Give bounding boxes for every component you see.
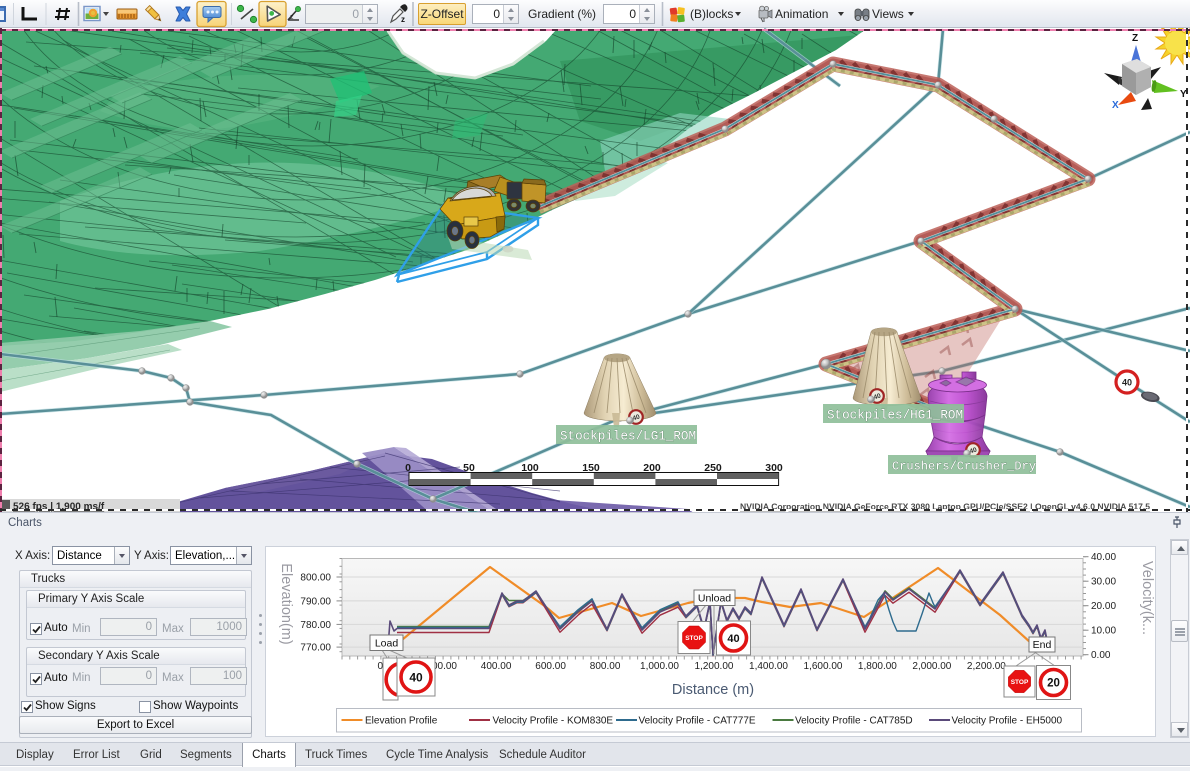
svg-text:10.00: 10.00	[1091, 626, 1116, 637]
svg-text:Load: Load	[375, 638, 399, 650]
svg-text:Z: Z	[1132, 33, 1138, 44]
svg-text:600.00: 600.00	[535, 661, 566, 672]
svg-text:770.00: 770.00	[300, 643, 331, 654]
svg-text:z: z	[290, 14, 294, 21]
svg-text:20: 20	[1047, 678, 1060, 690]
svg-text:40: 40	[1122, 378, 1132, 388]
svg-text:790.00: 790.00	[300, 596, 331, 607]
svg-text:Stockpiles/LG1_ROM: Stockpiles/LG1_ROM	[560, 430, 696, 444]
svg-text:30.00: 30.00	[1091, 577, 1116, 588]
svg-text:1,000.00: 1,000.00	[640, 661, 679, 672]
svg-text:526 fps | 1.900 ms/f: 526 fps | 1.900 ms/f	[13, 502, 105, 513]
svg-text:800.00: 800.00	[300, 573, 331, 584]
svg-text:40.00: 40.00	[1091, 552, 1116, 563]
svg-text:Velocity Profile - KOM830E: Velocity Profile - KOM830E	[493, 716, 614, 727]
svg-text:20.00: 20.00	[1091, 601, 1116, 612]
svg-text:Velocity Profile - CAT777E: Velocity Profile - CAT777E	[639, 716, 756, 727]
svg-text:Unload: Unload	[698, 593, 731, 605]
svg-text:Elevation(m): Elevation(m)	[278, 563, 294, 644]
svg-text:400.00: 400.00	[481, 661, 512, 672]
svg-text:X: X	[1112, 100, 1119, 111]
svg-text:780.00: 780.00	[300, 620, 331, 631]
svg-text:1,800.00: 1,800.00	[858, 661, 897, 672]
svg-text:1,200.00: 1,200.00	[695, 661, 734, 672]
svg-text:STOP: STOP	[1011, 679, 1029, 686]
svg-text:Velocity Profile - EH5000: Velocity Profile - EH5000	[952, 716, 1063, 727]
svg-text:40: 40	[409, 670, 423, 684]
svg-text:2,000.00: 2,000.00	[912, 661, 951, 672]
svg-text:End: End	[1033, 639, 1052, 651]
svg-text:2,200.00: 2,200.00	[967, 661, 1006, 672]
svg-text:40: 40	[727, 633, 739, 645]
svg-text:Stockpiles/HG1_ROM: Stockpiles/HG1_ROM	[827, 409, 963, 423]
svg-text:STOP: STOP	[685, 635, 703, 642]
svg-text:z: z	[401, 15, 405, 24]
svg-text:0.00: 0.00	[1091, 650, 1111, 661]
svg-text:1,600.00: 1,600.00	[804, 661, 843, 672]
svg-text:NVIDIA Corporation NVIDIA GeFo: NVIDIA Corporation NVIDIA GeForce RTX 30…	[740, 502, 1150, 512]
svg-text:Velocity(k...: Velocity(k...	[1139, 561, 1155, 635]
svg-text:Distance (m): Distance (m)	[672, 682, 754, 698]
svg-text:Elevation Profile: Elevation Profile	[365, 716, 438, 727]
svg-text:Y: Y	[1180, 89, 1187, 100]
svg-text:Velocity Profile - CAT785D: Velocity Profile - CAT785D	[795, 716, 913, 727]
svg-text:Crushers/Crusher_Dry: Crushers/Crusher_Dry	[892, 460, 1036, 474]
svg-text:800.00: 800.00	[590, 661, 621, 672]
svg-text:1,400.00: 1,400.00	[749, 661, 788, 672]
